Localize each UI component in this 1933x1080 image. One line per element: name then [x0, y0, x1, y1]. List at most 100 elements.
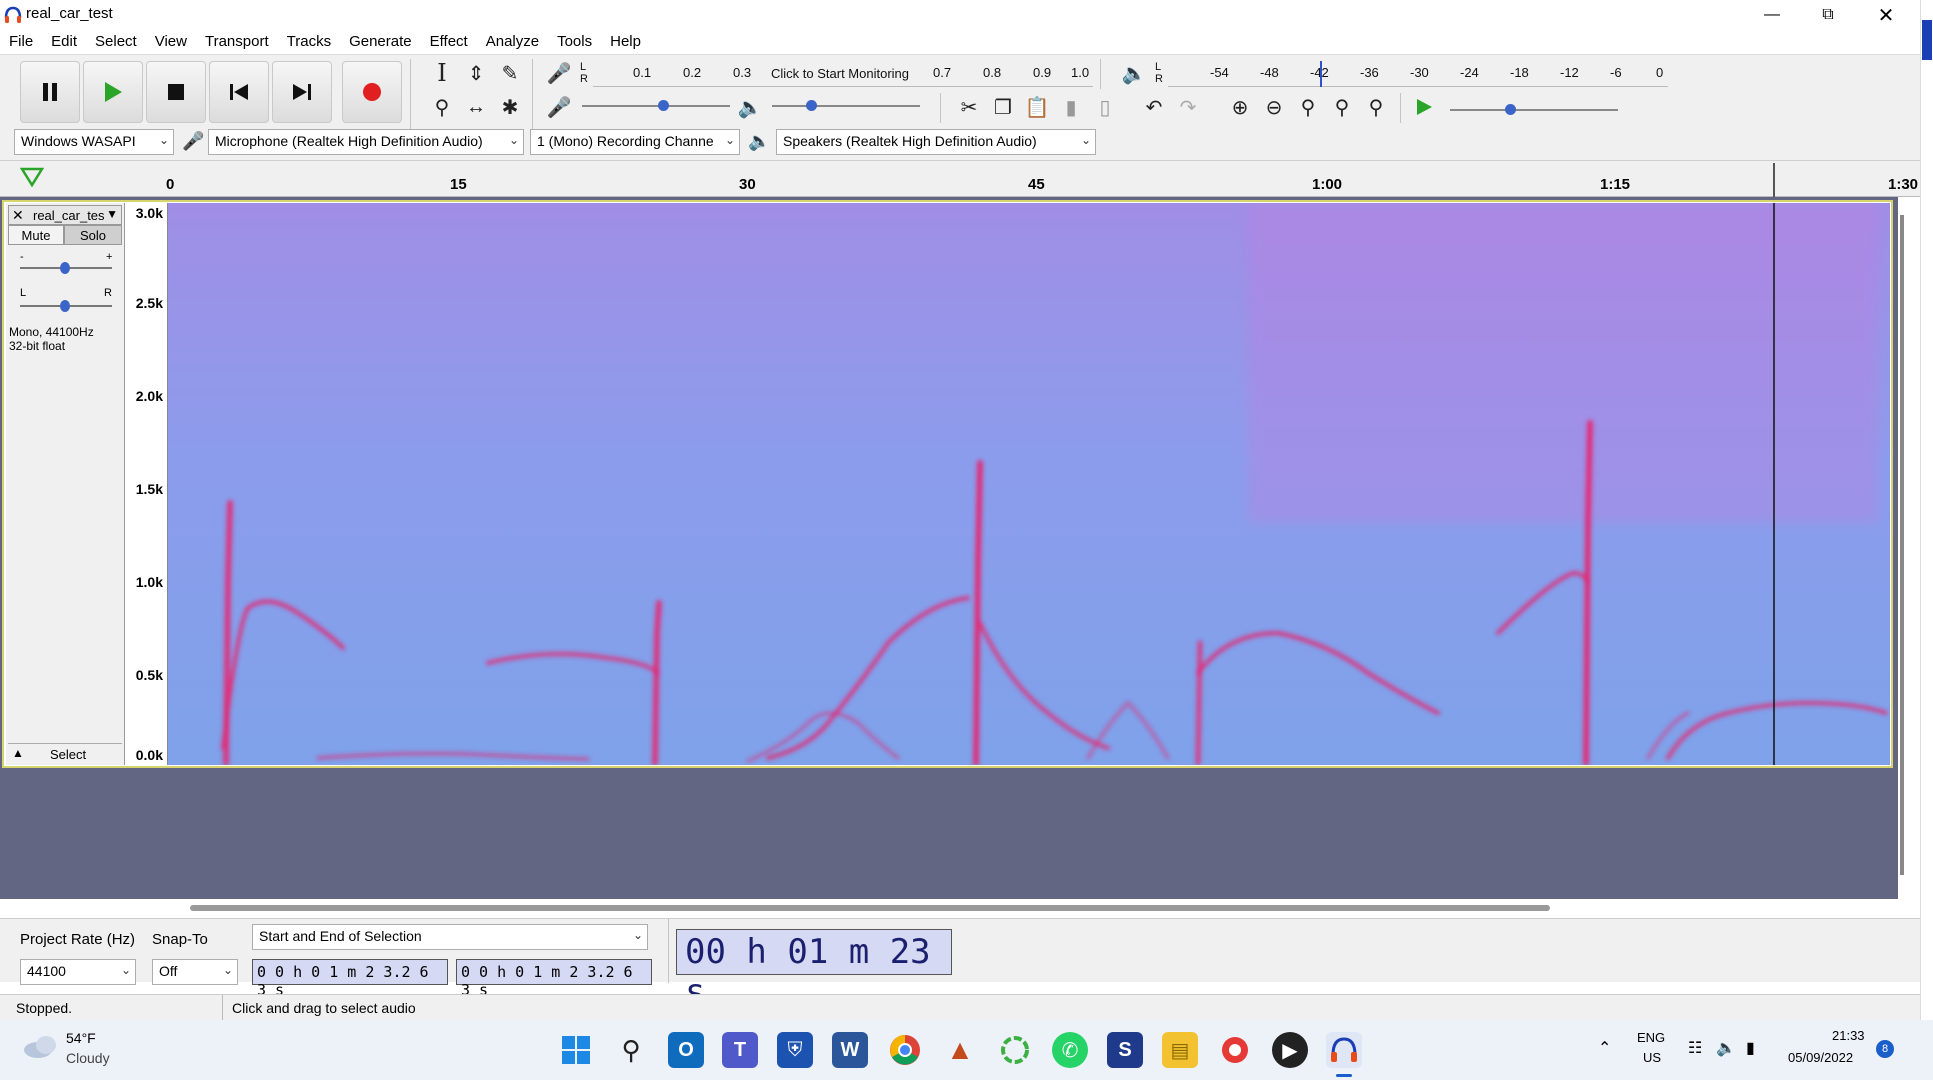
stop-button[interactable]	[146, 61, 206, 123]
track-name-bar[interactable]: ✕ real_car_tes ▼	[8, 205, 122, 225]
zoom-tool-button[interactable]: ⚲	[428, 93, 456, 121]
menu-tools[interactable]: Tools	[548, 30, 601, 54]
menu-analyze[interactable]: Analyze	[477, 30, 548, 54]
whatsapp-app[interactable]: ✆	[1052, 1032, 1088, 1068]
chrome-app[interactable]	[887, 1032, 923, 1068]
project-rate-select[interactable]: 44100 ⌄	[20, 959, 136, 985]
chevron-up-icon[interactable]: ⌃	[1598, 1038, 1611, 1058]
snap-to-select[interactable]: Off ⌄	[152, 959, 238, 985]
timeline-ruler[interactable]	[0, 160, 1920, 197]
selection-end-field[interactable]: 0 0 h 0 1 m 2 3.2 6 3 s	[456, 959, 652, 999]
mute-button[interactable]: Mute	[8, 225, 64, 245]
notification-badge[interactable]: 8	[1876, 1040, 1894, 1058]
menu-help[interactable]: Help	[601, 30, 650, 54]
playback-meter-button[interactable]: 🔈	[1120, 59, 1148, 87]
pan-thumb[interactable]	[60, 300, 70, 312]
collapse-track-icon[interactable]: ▲	[12, 746, 24, 760]
recording-meter[interactable]: 0.1 0.2 0.3 Click to Start Monitoring 0.…	[593, 61, 1093, 87]
matlab-app[interactable]: ▲	[942, 1032, 978, 1068]
playback-volume-slider[interactable]	[772, 100, 920, 111]
outlook-app[interactable]: O	[668, 1032, 704, 1068]
envelope-tool-button[interactable]: ⇕	[462, 59, 490, 87]
file-explorer-app[interactable]: ▤	[1162, 1032, 1198, 1068]
menu-transport[interactable]: Transport	[196, 30, 278, 54]
undo-button[interactable]: ↶	[1140, 93, 1168, 121]
restore-button[interactable]: ⧉	[1800, 0, 1856, 30]
pan-slider[interactable]	[20, 300, 112, 312]
draw-tool-button[interactable]: ✎	[496, 59, 524, 87]
spectrogram-view[interactable]	[168, 203, 1890, 765]
play-button[interactable]	[83, 61, 143, 123]
frequency-axis[interactable]: 3.0k 2.5k 2.0k 1.5k 1.0k 0.5k 0.0k	[126, 203, 168, 765]
record-volume-thumb[interactable]	[658, 100, 669, 111]
paste-button[interactable]: 📋	[1023, 93, 1051, 121]
track-name[interactable]: real_car_tes	[33, 208, 105, 223]
zoom-in-button[interactable]: ⊕	[1226, 93, 1254, 121]
recorder-app[interactable]	[1217, 1032, 1253, 1068]
vertical-scrollbar[interactable]	[1900, 215, 1904, 875]
cloud-icon[interactable]	[20, 1032, 62, 1060]
input-device-select[interactable]: Microphone (Realtek High Definition Audi…	[208, 129, 524, 155]
record-volume-slider[interactable]	[582, 100, 730, 111]
minimize-button[interactable]: —	[1744, 0, 1800, 30]
skip-to-start-button[interactable]	[209, 61, 269, 123]
host-select[interactable]: Windows WASAPI ⌄	[14, 129, 174, 155]
menu-generate[interactable]: Generate	[340, 30, 421, 54]
track-close-icon[interactable]: ✕	[12, 207, 24, 224]
weather-desc[interactable]: Cloudy	[66, 1050, 110, 1066]
weather-temp[interactable]: 54°F	[66, 1030, 96, 1046]
menu-select[interactable]: Select	[86, 30, 146, 54]
word-app[interactable]: W	[832, 1032, 868, 1068]
gain-thumb[interactable]	[60, 262, 70, 274]
wifi-icon[interactable]: ☷	[1688, 1038, 1702, 1058]
audacity-app[interactable]	[1326, 1032, 1362, 1068]
sync-app[interactable]	[997, 1032, 1033, 1068]
gain-slider[interactable]	[20, 262, 112, 274]
record-button[interactable]	[342, 61, 402, 123]
multi-tool-button[interactable]: ✱	[496, 93, 524, 121]
selection-mode-select[interactable]: Start and End of Selection ⌄	[252, 924, 648, 950]
fit-project-button[interactable]: ⚲	[1328, 93, 1356, 121]
menu-effect[interactable]: Effect	[421, 30, 477, 54]
notes-app[interactable]: S	[1107, 1032, 1143, 1068]
channels-select[interactable]: 1 (Mono) Recording Channe ⌄	[530, 129, 740, 155]
playback-meter[interactable]: -54 -48 -42 -36 -30 -24 -18 -12 -6 0	[1168, 61, 1668, 87]
language-indicator[interactable]: ENG	[1637, 1030, 1665, 1045]
selection-tool-button[interactable]: I	[428, 59, 456, 87]
pause-button[interactable]	[20, 61, 80, 123]
zoom-toggle-button[interactable]: ⚲	[1362, 93, 1390, 121]
copy-button[interactable]: ❐	[989, 93, 1017, 121]
menu-edit[interactable]: Edit	[42, 30, 86, 54]
select-track-button[interactable]: Select	[50, 747, 86, 762]
audio-position-display[interactable]: 00 h 01 m 23 s	[676, 929, 952, 1012]
defender-app[interactable]: ⛨	[777, 1032, 813, 1068]
play-speed-thumb[interactable]	[1505, 104, 1516, 115]
clock-time[interactable]: 21:33	[1832, 1028, 1865, 1043]
trim-button[interactable]: ▮	[1057, 93, 1085, 121]
menu-tracks[interactable]: Tracks	[278, 30, 340, 54]
region-indicator[interactable]: US	[1643, 1050, 1661, 1065]
start-button[interactable]	[558, 1032, 594, 1068]
horizontal-scrollbar[interactable]	[190, 905, 1550, 911]
skip-to-end-button[interactable]	[272, 61, 332, 123]
media-player-app[interactable]: ▶	[1272, 1032, 1308, 1068]
teams-app[interactable]: T	[722, 1032, 758, 1068]
record-meter-button[interactable]: 🎤	[545, 59, 573, 87]
cut-button[interactable]: ✂	[955, 93, 983, 121]
play-speed-slider[interactable]	[1450, 104, 1618, 115]
silence-button[interactable]: ▯	[1091, 93, 1119, 121]
track-menu-dropdown-icon[interactable]: ▼	[106, 207, 118, 221]
search-button[interactable]: ⚲	[613, 1032, 649, 1068]
menu-file[interactable]: File	[0, 30, 42, 54]
zoom-out-button[interactable]: ⊖	[1260, 93, 1288, 121]
output-device-select[interactable]: Speakers (Realtek High Definition Audio)…	[776, 129, 1096, 155]
fit-selection-button[interactable]: ⚲	[1294, 93, 1322, 121]
play-at-speed-button[interactable]	[1410, 93, 1438, 121]
redo-button[interactable]: ↷	[1174, 93, 1202, 121]
solo-button[interactable]: Solo	[64, 225, 122, 245]
timeshift-tool-button[interactable]: ↔	[462, 93, 490, 121]
close-button[interactable]: ✕	[1858, 0, 1914, 30]
selection-start-field[interactable]: 0 0 h 0 1 m 2 3.2 6 3 s	[252, 959, 448, 999]
clock-date[interactable]: 05/09/2022	[1788, 1050, 1853, 1065]
battery-icon[interactable]: ▮	[1746, 1038, 1755, 1058]
